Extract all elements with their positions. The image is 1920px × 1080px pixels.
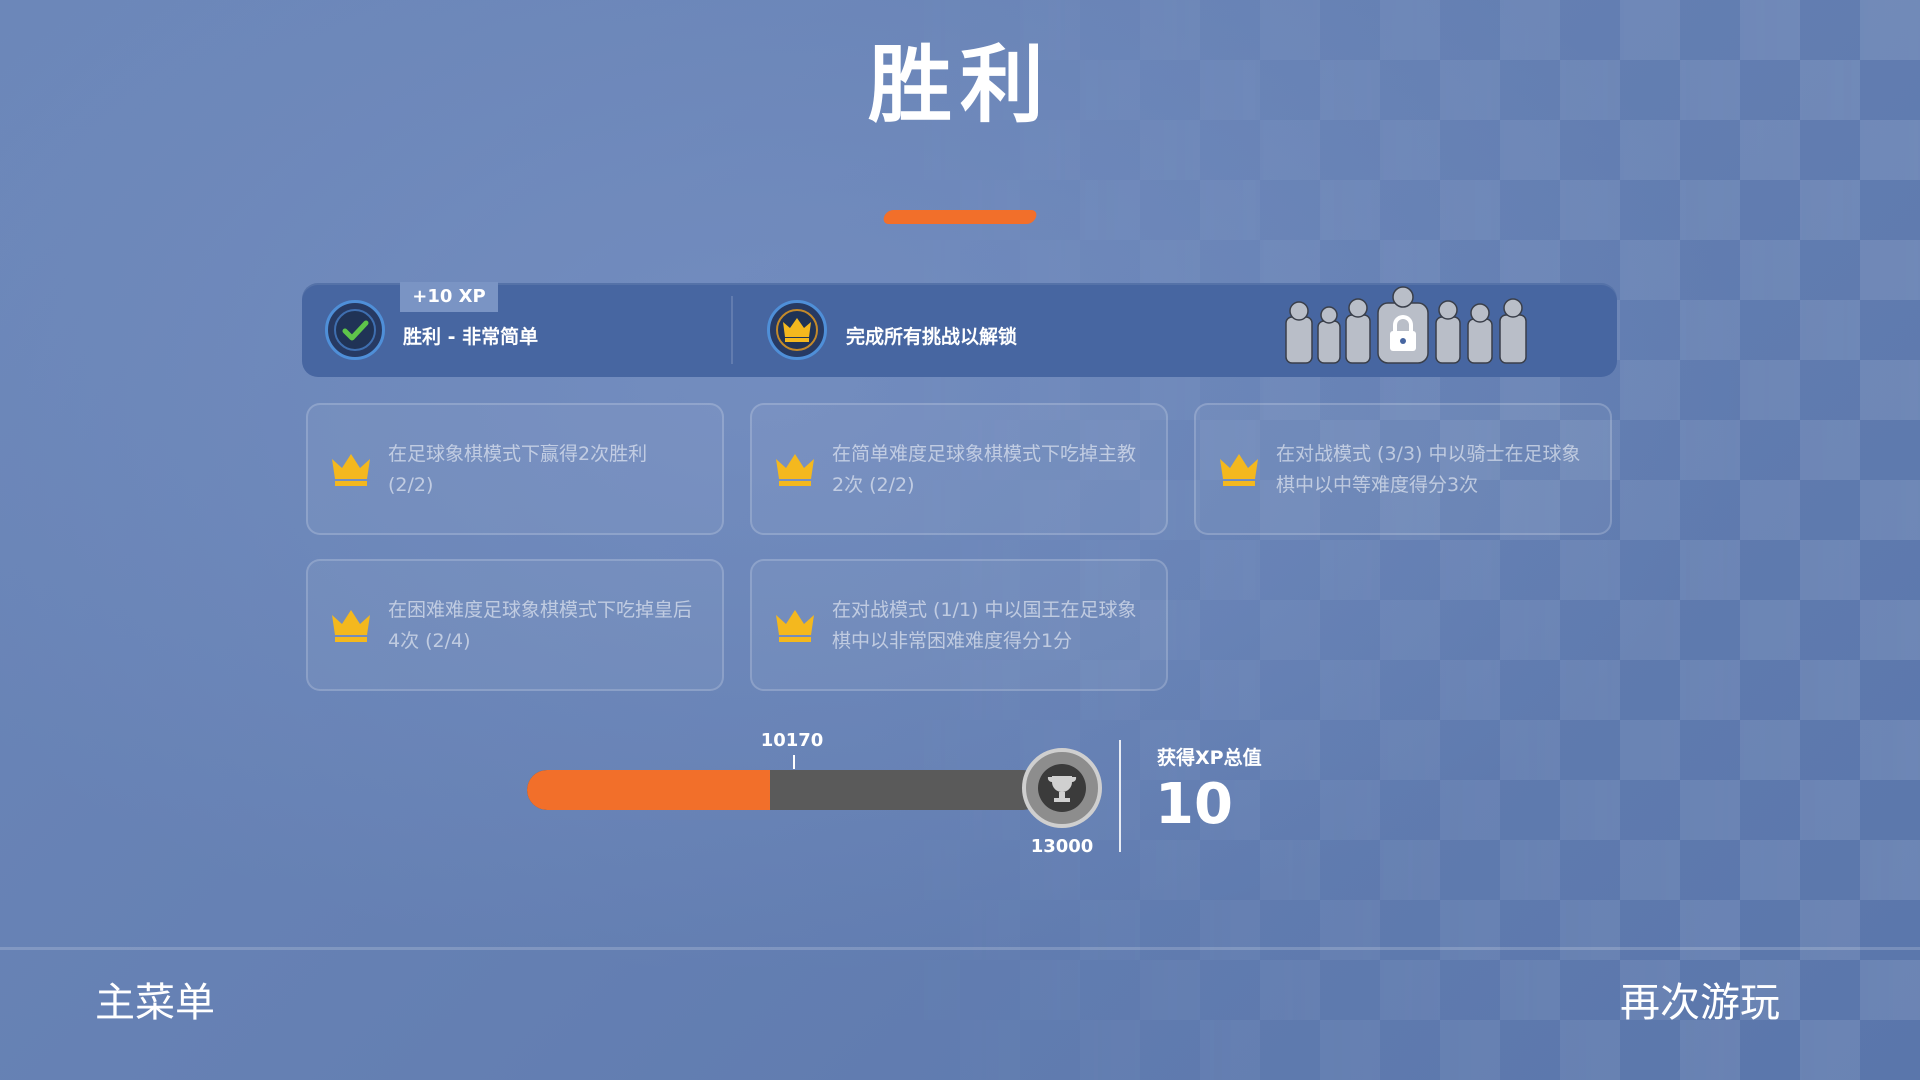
- crown-icon: [1218, 451, 1260, 491]
- crown-icon: [330, 607, 372, 647]
- challenge-text: 在对战模式 (1/1) 中以国王在足球象棋中以非常困难难度得分1分: [832, 599, 1137, 652]
- main-menu-button[interactable]: 主菜单: [95, 970, 215, 1028]
- xp-total-value: 10: [1155, 772, 1233, 837]
- challenge-text: 在足球象棋模式下赢得2次胜利 (2/2): [388, 443, 648, 496]
- unlock-label: 完成所有挑战以解锁: [846, 326, 1018, 348]
- banner-divider: [731, 296, 733, 364]
- challenge-card: 在简单难度足球象棋模式下吃掉主教2次 (2/2): [750, 403, 1168, 535]
- bottom-divider: [0, 947, 1920, 950]
- xp-progress-bar: [527, 770, 1043, 810]
- page-title: 胜利: [867, 36, 1052, 134]
- challenge-card: 在对战模式 (3/3) 中以骑士在足球象棋中以中等难度得分3次: [1194, 403, 1612, 535]
- crown-icon: [774, 607, 816, 647]
- play-again-button[interactable]: 再次游玩: [1620, 970, 1780, 1028]
- challenge-card: 在对战模式 (1/1) 中以国王在足球象棋中以非常困难难度得分1分: [750, 559, 1168, 691]
- xp-divider: [1119, 740, 1121, 852]
- checker-pattern: [0, 0, 1920, 1080]
- check-badge-icon: [325, 300, 385, 360]
- locked-chess-pieces-icon: [1278, 285, 1548, 370]
- trophy-icon: [1022, 748, 1102, 828]
- challenge-card: 在足球象棋模式下赢得2次胜利 (2/2): [306, 403, 724, 535]
- challenge-text: 在对战模式 (3/3) 中以骑士在足球象棋中以中等难度得分3次: [1276, 443, 1581, 496]
- title-accent-bar: [881, 210, 1039, 224]
- xp-current-tick: [793, 755, 795, 769]
- result-label: 胜利 - 非常简单: [403, 326, 539, 348]
- xp-total-label: 获得XP总值: [1157, 747, 1262, 769]
- crown-badge-icon: [767, 300, 827, 360]
- xp-gain-tag: +10 XP: [400, 282, 498, 312]
- xp-current-label: 10170: [760, 730, 824, 751]
- challenge-text: 在简单难度足球象棋模式下吃掉主教2次 (2/2): [832, 443, 1137, 496]
- crown-icon: [774, 451, 816, 491]
- xp-max-label: 13000: [1030, 836, 1094, 857]
- xp-progress-fill: [527, 770, 770, 810]
- crown-icon: [330, 451, 372, 491]
- challenge-text: 在困难难度足球象棋模式下吃掉皇后4次 (2/4): [388, 599, 693, 652]
- challenge-card: 在困难难度足球象棋模式下吃掉皇后4次 (2/4): [306, 559, 724, 691]
